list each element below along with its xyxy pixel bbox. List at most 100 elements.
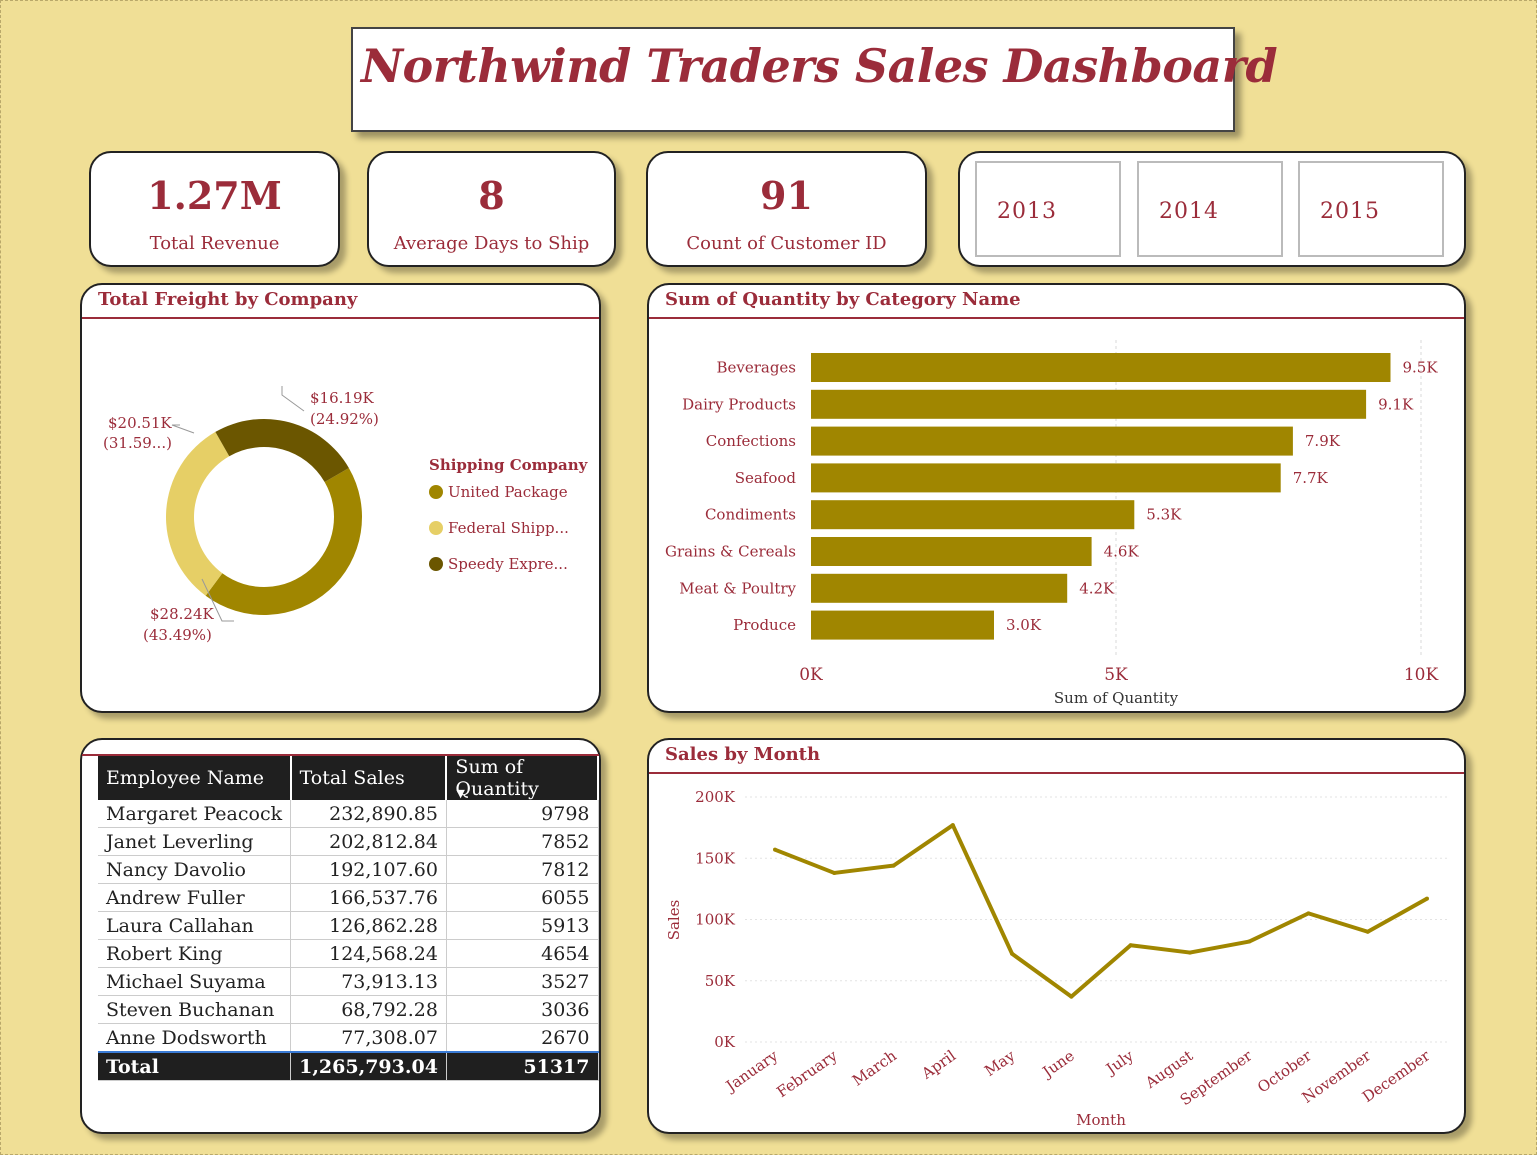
legend-item-united-package[interactable]: United Package bbox=[448, 483, 568, 501]
quantity-cell: 5913 bbox=[446, 911, 599, 940]
category-label: Grains & Cereals bbox=[665, 543, 796, 561]
year-option-2015[interactable]: 2015 bbox=[1298, 161, 1444, 257]
x-tick-label: 5K bbox=[1104, 665, 1128, 685]
data-label-united-pct: (43.49%) bbox=[143, 626, 212, 644]
x-tick-label: March bbox=[849, 1046, 900, 1089]
data-point[interactable] bbox=[1306, 911, 1311, 916]
data-point[interactable] bbox=[950, 823, 955, 828]
quantity-cell: 9798 bbox=[446, 800, 599, 828]
data-point[interactable] bbox=[1365, 929, 1370, 934]
donut-slice-federal-shipping[interactable] bbox=[165, 431, 230, 596]
table-row[interactable]: Nancy Davolio 192,107.60 7812 bbox=[98, 855, 599, 884]
data-label: 9.1K bbox=[1378, 395, 1414, 413]
employee-name-cell: Laura Callahan bbox=[98, 911, 292, 940]
data-label: 9.5K bbox=[1403, 359, 1439, 377]
category-label: Beverages bbox=[716, 359, 796, 377]
data-label-speedy-pct: (24.92%) bbox=[310, 410, 379, 428]
table-row[interactable]: Margaret Peacock 232,890.85 9798 bbox=[98, 800, 599, 828]
data-point[interactable] bbox=[773, 847, 777, 852]
table-row[interactable]: Janet Leverling 202,812.84 7852 bbox=[98, 827, 599, 856]
bar[interactable] bbox=[811, 463, 1281, 493]
year-option-2014[interactable]: 2014 bbox=[1137, 161, 1283, 257]
table-total-row: Total 1,265,793.04 51317 bbox=[98, 1051, 599, 1081]
y-tick-label: 50K bbox=[705, 972, 736, 990]
employee-name-cell: Margaret Peacock bbox=[98, 800, 292, 828]
employee-name-cell: Janet Leverling bbox=[98, 827, 292, 856]
category-label: Dairy Products bbox=[682, 395, 796, 413]
table-row[interactable]: Robert King 124,568.24 4654 bbox=[98, 939, 599, 968]
data-label-united-value: $28.24K bbox=[150, 605, 214, 623]
total-label-cell: Total bbox=[98, 1051, 292, 1081]
category-label: Seafood bbox=[735, 469, 797, 487]
quantity-cell: 6055 bbox=[446, 883, 599, 912]
data-point[interactable] bbox=[891, 863, 896, 868]
employee-sales-table: Employee Name Total Sales Sum of Quantit… bbox=[98, 756, 599, 1081]
data-point[interactable] bbox=[1128, 943, 1133, 948]
sales-line-chart: 0K 50K 100K 150K 200K JanuaryFebruary March Apr… bbox=[665, 788, 1449, 1129]
quantity-cell: 4654 bbox=[446, 939, 599, 968]
total-sales-cell: 77,308.07 bbox=[290, 1023, 447, 1053]
data-label-speedy-value: $16.19K bbox=[310, 389, 374, 407]
legend-swatch-united-package bbox=[429, 485, 443, 499]
bar[interactable] bbox=[811, 573, 1068, 603]
x-tick-label: 10K bbox=[1404, 665, 1439, 685]
data-point[interactable] bbox=[1425, 896, 1429, 901]
bar[interactable] bbox=[811, 537, 1092, 566]
column-header-total-sales[interactable]: Total Sales bbox=[290, 756, 448, 800]
legend-title: Shipping Company bbox=[429, 456, 589, 474]
employee-name-cell: Steven Buchanan bbox=[98, 995, 292, 1024]
total-sales-cell: 73,913.13 bbox=[290, 967, 447, 996]
quantity-cell: 7852 bbox=[446, 827, 599, 856]
data-point[interactable] bbox=[1247, 939, 1252, 944]
column-header-sum-of-quantity[interactable]: Sum of Quantity ▼ bbox=[446, 756, 599, 800]
bar[interactable] bbox=[811, 500, 1135, 530]
column-header-employee-name[interactable]: Employee Name bbox=[98, 756, 292, 800]
kpi-card-customer-count: 91 Count of Customer ID bbox=[646, 151, 927, 267]
table-row[interactable]: Andrew Fuller 166,537.76 6055 bbox=[98, 883, 599, 912]
employee-name-cell: Robert King bbox=[98, 939, 292, 968]
table-row[interactable]: Steven Buchanan 68,792.28 3036 bbox=[98, 995, 599, 1024]
data-point[interactable] bbox=[1010, 951, 1015, 956]
total-sales-cell: 166,537.76 bbox=[290, 883, 447, 912]
data-point[interactable] bbox=[1069, 994, 1074, 999]
sales-line-series[interactable] bbox=[774, 823, 1428, 999]
quantity-cell: 3527 bbox=[446, 967, 599, 996]
x-tick-label: January bbox=[721, 1046, 782, 1096]
legend-item-federal-shipping[interactable]: Federal Shipp... bbox=[448, 519, 569, 537]
data-point[interactable] bbox=[1187, 950, 1192, 955]
title-banner: Northwind Traders Sales Dashboard bbox=[351, 27, 1278, 132]
y-tick-label: 0K bbox=[714, 1033, 736, 1051]
total-sales-cell: 124,568.24 bbox=[290, 939, 447, 968]
data-label: 4.2K bbox=[1079, 579, 1115, 597]
bar[interactable] bbox=[811, 353, 1391, 382]
data-label: 3.0K bbox=[1006, 616, 1042, 634]
table-row[interactable]: Anne Dodsworth 77,308.07 2670 bbox=[98, 1023, 599, 1053]
bar[interactable] bbox=[811, 389, 1367, 419]
y-tick-label: 200K bbox=[695, 788, 736, 806]
legend-item-speedy-express[interactable]: Speedy Expre... bbox=[448, 555, 568, 573]
freight-by-company-card: Total Freight by Company $16.19K (24.92%… bbox=[80, 283, 601, 713]
total-sales-cell: 126,862.28 bbox=[290, 911, 447, 940]
data-point[interactable] bbox=[832, 870, 837, 875]
donut-slice-united-package[interactable] bbox=[205, 468, 362, 615]
table-row[interactable]: Michael Suyama 73,913.13 3527 bbox=[98, 967, 599, 996]
kpi-value: 8 bbox=[478, 173, 505, 218]
kpi-card-total-revenue: 1.27M Total Revenue bbox=[89, 151, 340, 267]
total-sales-cell: 68,792.28 bbox=[290, 995, 447, 1024]
year-option-2013[interactable]: 2013 bbox=[975, 161, 1121, 257]
quantity-cell: 2670 bbox=[446, 1023, 599, 1053]
donut-slice-speedy-express[interactable] bbox=[215, 419, 349, 482]
total-sales-cell: 232,890.85 bbox=[290, 800, 447, 828]
category-label: Meat & Poultry bbox=[679, 579, 796, 597]
category-label: Condiments bbox=[705, 506, 796, 524]
bar[interactable] bbox=[811, 610, 994, 640]
sales-by-month-card: Sales by Month 0K 50K 100K 150K 200K January F… bbox=[647, 738, 1466, 1134]
y-tick-label: 100K bbox=[695, 911, 736, 929]
bar[interactable] bbox=[811, 426, 1293, 456]
quantity-by-category-card: Sum of Quantity by Category Name Beverag… bbox=[647, 283, 1466, 713]
year-option-label: 2014 bbox=[1159, 199, 1219, 224]
table-row[interactable]: Laura Callahan 126,862.28 5913 bbox=[98, 911, 599, 940]
kpi-label: Total Revenue bbox=[149, 233, 280, 254]
column-header-label: Sum of Quantity bbox=[455, 756, 539, 800]
x-axis-title: Month bbox=[1076, 1111, 1126, 1129]
